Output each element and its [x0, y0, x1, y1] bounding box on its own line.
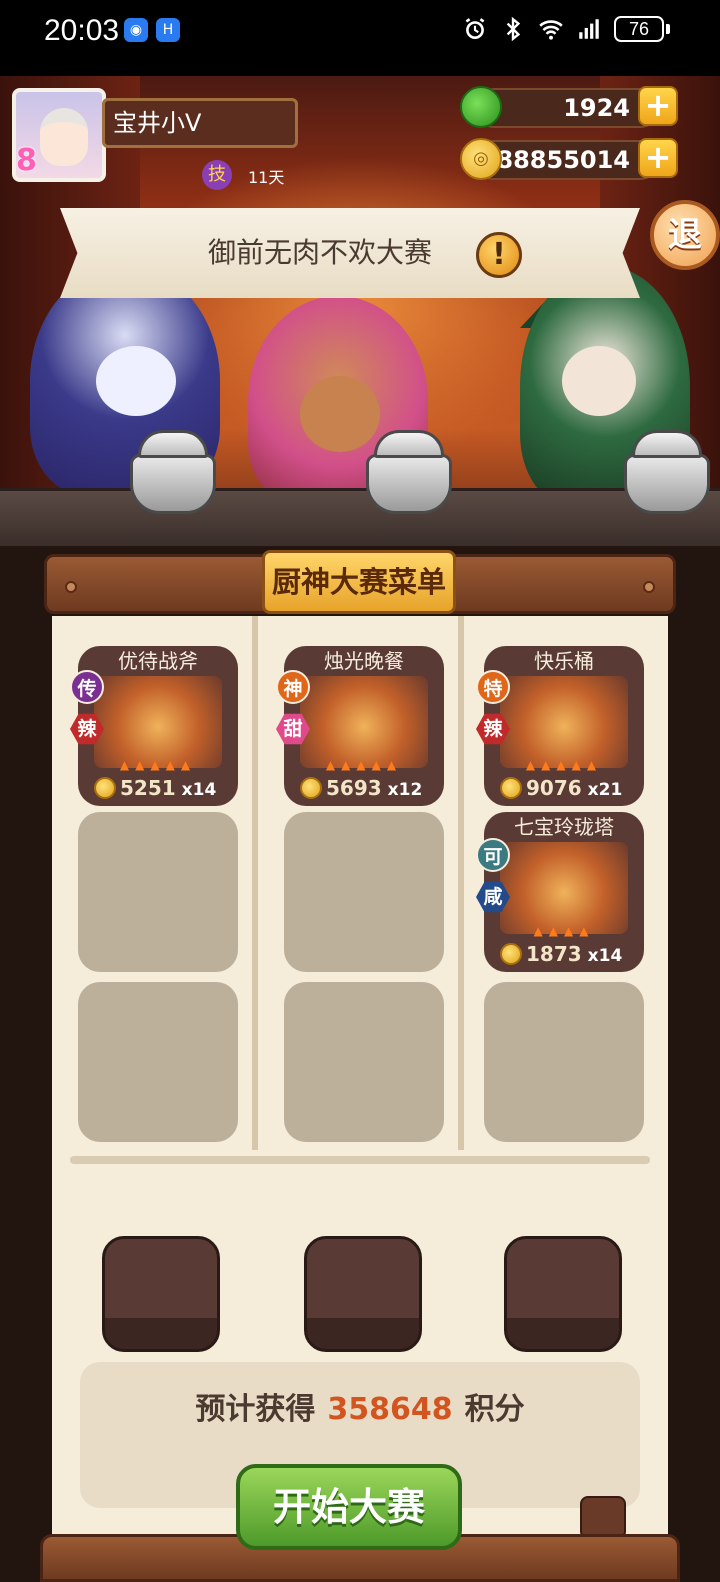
- contest-banner: 御前无肉不欢大赛: [60, 208, 640, 298]
- rarity-tag: 特: [476, 670, 510, 704]
- dish-card[interactable]: 七宝玲珑塔 ▲▲▲▲ 1873 x14: [484, 812, 644, 972]
- coin-icon: [500, 777, 522, 799]
- empty-dish-slot[interactable]: [284, 982, 444, 1142]
- alert-icon[interactable]: !: [476, 232, 522, 278]
- empty-dish-slot[interactable]: [78, 812, 238, 972]
- section-divider: [70, 1156, 650, 1164]
- dish-image: [300, 676, 428, 768]
- signal-icon: [579, 19, 599, 39]
- coin-icon: [500, 943, 522, 965]
- empty-dish-slot[interactable]: [484, 982, 644, 1142]
- flame-rating-icon: ▲▲▲▲▲: [119, 758, 197, 772]
- rarity-tag: 神: [276, 670, 310, 704]
- dish-price-row: 1873 x14: [500, 940, 640, 968]
- character-right-face: [562, 346, 636, 416]
- character-middle-face: [300, 376, 380, 452]
- battery-indicator: 76: [614, 16, 664, 42]
- flame-rating-icon: ▲▲▲▲▲: [525, 758, 603, 772]
- cooking-pot-icon: [130, 454, 216, 514]
- jade-icon: [460, 86, 502, 128]
- dish-image: [500, 676, 628, 768]
- pot-lid-icon: [138, 430, 208, 458]
- contest-scene: 8 宝井小V 技 11天 1924 + 88855014 ◎ + 御前无肉不欢大…: [0, 76, 720, 546]
- dish-image: [500, 842, 628, 934]
- utensil-jar-icon: [580, 1496, 626, 1536]
- player-avatar[interactable]: 8: [12, 88, 106, 182]
- serving-slot[interactable]: [102, 1236, 220, 1352]
- menu-panel: 优待战斧 ▲▲▲▲▲ 5251 x14 传 辣 烛光晚餐 ▲▲▲▲▲ 5693 x1…: [52, 616, 668, 1582]
- column-divider: [458, 616, 464, 1150]
- skill-badge-icon[interactable]: 技: [202, 160, 232, 190]
- cooking-pot-icon: [624, 454, 710, 514]
- add-jade-button[interactable]: +: [638, 86, 678, 126]
- exit-button[interactable]: 退: [650, 200, 720, 270]
- alarm-icon: [465, 18, 485, 39]
- dish-price: 5693: [326, 776, 382, 800]
- flame-rating-icon: ▲▲▲▲: [533, 924, 595, 938]
- contest-title: 御前无肉不欢大赛: [207, 236, 432, 269]
- status-bar: 20:03 ◉ H 76: [0, 0, 720, 76]
- score-suffix: 积分: [464, 1392, 525, 1427]
- coin-icon: [94, 777, 116, 799]
- pot-lid-icon: [632, 430, 702, 458]
- coin-icon: [300, 777, 322, 799]
- dish-name: 七宝玲珑塔: [514, 815, 614, 839]
- menu-title: 厨神大赛菜单: [262, 550, 456, 614]
- stage-floor: [0, 488, 720, 546]
- player-name: 宝井小V: [102, 98, 298, 148]
- dish-price: 9076: [526, 776, 582, 800]
- status-time: 20:03: [44, 14, 120, 47]
- rivet-icon: [65, 581, 77, 593]
- column-divider: [252, 616, 258, 1150]
- skill-days: 11天: [248, 168, 285, 187]
- rivet-icon: [643, 581, 655, 593]
- dish-price: 5251: [120, 776, 176, 800]
- dish-quantity: x14: [587, 946, 623, 966]
- avatar-face: [40, 108, 88, 166]
- gold-coin-icon: ◎: [460, 138, 502, 180]
- dish-quantity: x14: [181, 780, 217, 800]
- wifi-icon: [539, 20, 563, 40]
- dish-price-row: 5693 x12: [300, 774, 440, 802]
- dish-name: 快乐桶: [534, 649, 594, 673]
- score-value: 358648: [327, 1392, 453, 1427]
- player-level: 8: [16, 143, 37, 178]
- app-h-icon: H: [156, 18, 180, 42]
- rarity-tag: 传: [70, 670, 104, 704]
- score-prefix: 预计获得: [195, 1392, 316, 1427]
- bluetooth-icon: [506, 16, 521, 42]
- dish-price-row: 5251 x14: [94, 774, 234, 802]
- serving-slot[interactable]: [504, 1236, 622, 1352]
- cooking-pot-icon: [366, 454, 452, 514]
- app-badge-icon: ◉: [124, 18, 148, 42]
- dish-name: 优待战斧: [118, 649, 198, 673]
- empty-dish-slot[interactable]: [284, 812, 444, 972]
- start-contest-button[interactable]: 开始大赛: [236, 1464, 462, 1550]
- dish-price: 1873: [526, 942, 582, 966]
- dish-quantity: x21: [587, 780, 623, 800]
- dish-name: 烛光晚餐: [324, 649, 404, 673]
- add-gold-button[interactable]: +: [638, 138, 678, 178]
- dish-price-row: 9076 x21: [500, 774, 640, 802]
- menu-panel-wrap: 厨神大赛菜单 优待战斧 ▲▲▲▲▲ 5251 x14 传 辣 烛光晚餐 ▲▲▲▲▲…: [0, 546, 720, 1582]
- serving-slot[interactable]: [304, 1236, 422, 1352]
- pot-lid-icon: [374, 430, 444, 458]
- dish-image: [94, 676, 222, 768]
- flame-rating-icon: ▲▲▲▲▲: [325, 758, 403, 772]
- battery-tip: [666, 24, 670, 34]
- character-left-face: [96, 346, 176, 416]
- rarity-tag: 可: [476, 838, 510, 872]
- empty-dish-slot[interactable]: [78, 982, 238, 1142]
- dish-quantity: x12: [387, 780, 423, 800]
